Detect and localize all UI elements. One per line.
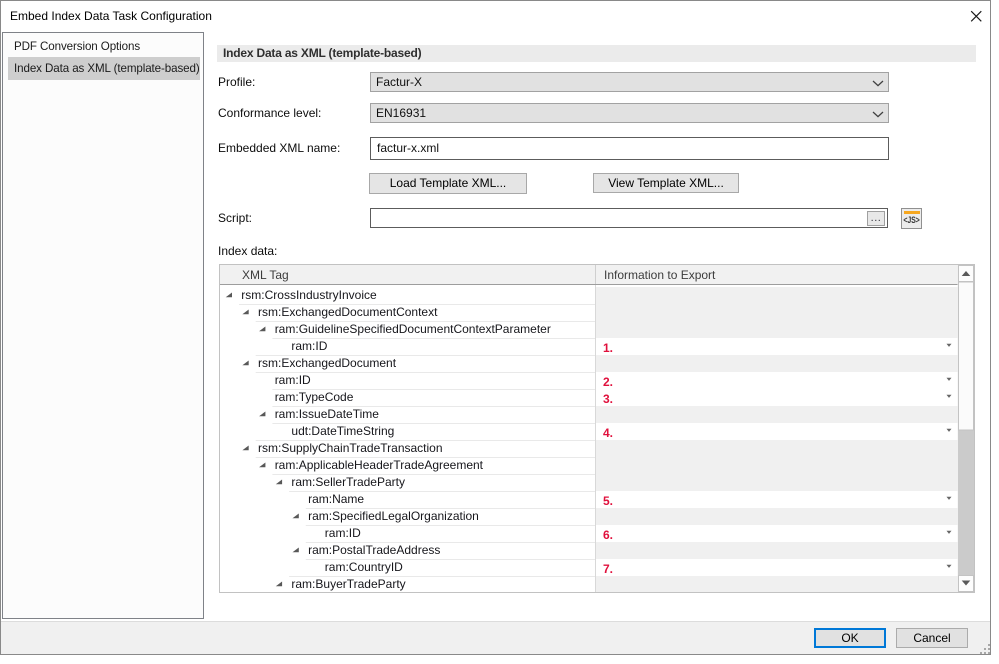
- svg-text:rsm:ExchangedDocumentContext: rsm:ExchangedDocumentContext: [258, 305, 438, 319]
- svg-text:udt:DateTimeString: udt:DateTimeString: [291, 424, 394, 438]
- svg-text:ram:GuidelineSpecifiedDocument: ram:GuidelineSpecifiedDocumentContextPar…: [275, 322, 551, 336]
- svg-text:ram:ID: ram:ID: [275, 373, 311, 387]
- svg-text:6.: 6.: [603, 528, 613, 542]
- svg-text:XML Tag: XML Tag: [242, 268, 289, 282]
- svg-text:rsm:CrossIndustryInvoice: rsm:CrossIndustryInvoice: [241, 288, 377, 302]
- svg-text:rsm:SupplyChainTradeTransactio: rsm:SupplyChainTradeTransaction: [258, 441, 443, 455]
- svg-text:Information to Export: Information to Export: [604, 268, 716, 282]
- svg-text:ram:ApplicableHeaderTradeAgree: ram:ApplicableHeaderTradeAgreement: [275, 458, 484, 472]
- svg-text:ram:TypeCode: ram:TypeCode: [275, 390, 354, 404]
- svg-text:ram:PostalTradeAddress: ram:PostalTradeAddress: [308, 543, 440, 557]
- svg-text:ram:ID: ram:ID: [291, 339, 327, 353]
- svg-text:ram:BuyerTradeParty: ram:BuyerTradeParty: [291, 577, 405, 591]
- svg-text:3.: 3.: [603, 392, 613, 406]
- svg-text:1.: 1.: [603, 341, 613, 355]
- svg-text:ram:SellerTradeParty: ram:SellerTradeParty: [291, 475, 405, 489]
- svg-text:7.: 7.: [603, 562, 613, 576]
- svg-text:4.: 4.: [603, 426, 613, 440]
- svg-text:5.: 5.: [603, 494, 613, 508]
- svg-text:ram:Name: ram:Name: [308, 492, 364, 506]
- svg-text:ram:CountryID: ram:CountryID: [325, 560, 403, 574]
- svg-text:rsm:ExchangedDocument: rsm:ExchangedDocument: [258, 356, 397, 370]
- svg-text:ram:ID: ram:ID: [325, 526, 361, 540]
- svg-text:ram:IssueDateTime: ram:IssueDateTime: [275, 407, 380, 421]
- svg-text:2.: 2.: [603, 375, 613, 389]
- svg-text:ram:SpecifiedLegalOrganization: ram:SpecifiedLegalOrganization: [308, 509, 479, 523]
